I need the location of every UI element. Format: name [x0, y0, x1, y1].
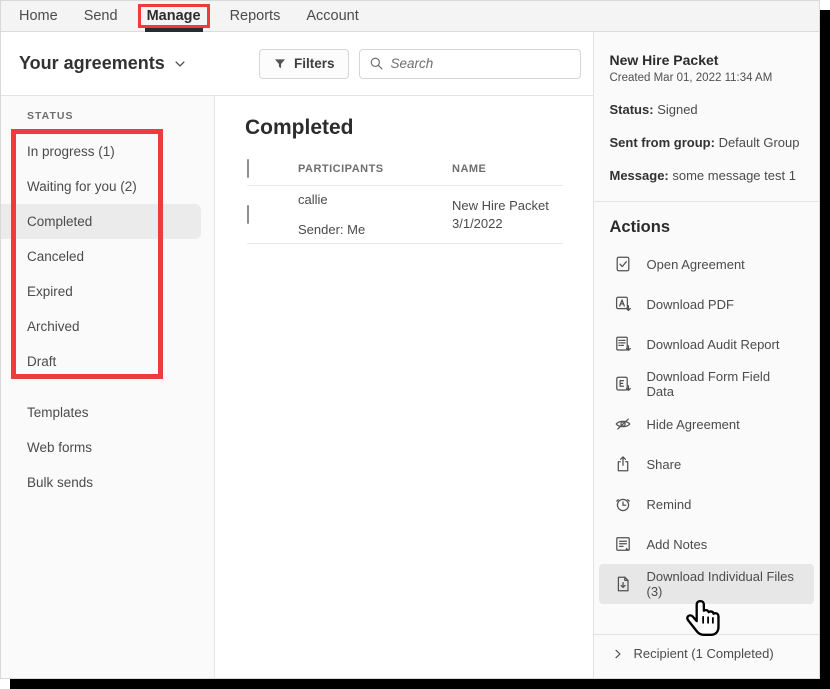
- open-agreement-icon: [614, 255, 632, 273]
- list-heading: Completed: [245, 116, 593, 140]
- table-row[interactable]: callie Sender: Me New Hire Packet 3/1/20…: [247, 186, 563, 244]
- agreements-list-panel: Completed PARTICIPANTS NAME callie Sende…: [215, 96, 593, 679]
- detail-created-date: Created Mar 01, 2022 11:34 AM: [610, 72, 804, 84]
- group-field-label: Sent from group:: [610, 135, 715, 150]
- status-field-value: Signed: [657, 102, 697, 117]
- remind-icon: [614, 495, 632, 513]
- message-field-label: Message:: [610, 168, 669, 183]
- action-download-form-field-data[interactable]: Download Form Field Data: [610, 364, 804, 404]
- detail-title: New Hire Packet: [610, 52, 804, 68]
- action-share[interactable]: Share: [610, 444, 804, 484]
- top-navigation: Home Send Manage Reports Account: [1, 1, 819, 32]
- sidebar-item-in-progress[interactable]: In progress (1): [1, 134, 214, 169]
- action-label: Download PDF: [647, 297, 734, 312]
- download-form-field-data-icon: [614, 375, 632, 393]
- chevron-down-icon: [173, 57, 187, 71]
- agreements-table: PARTICIPANTS NAME callie Sender: Me New …: [247, 152, 563, 244]
- sidebar-item-waiting-for-you[interactable]: Waiting for you (2): [1, 169, 214, 204]
- status-section-label: STATUS: [27, 110, 214, 124]
- select-all-checkbox[interactable]: [247, 159, 249, 178]
- status-list: In progress (1) Waiting for you (2) Comp…: [1, 134, 214, 379]
- action-label: Add Notes: [647, 537, 708, 552]
- action-hide-agreement[interactable]: Hide Agreement: [610, 404, 804, 444]
- action-open-agreement[interactable]: Open Agreement: [610, 244, 804, 284]
- status-sidebar: STATUS In progress (1) Waiting for you (…: [1, 96, 215, 679]
- sidebar-other-list: Templates Web forms Bulk sends: [1, 395, 214, 500]
- table-header-row: PARTICIPANTS NAME: [247, 152, 563, 186]
- participant-name: callie: [298, 192, 452, 207]
- sidebar-item-archived[interactable]: Archived: [1, 309, 214, 344]
- action-label: Download Form Field Data: [647, 369, 798, 399]
- agreement-name: New Hire Packet: [452, 197, 563, 215]
- acrobat-sign-manage-window: Home Send Manage Reports Account Your ag…: [0, 0, 820, 679]
- action-label: Download Audit Report: [647, 337, 780, 352]
- search-box[interactable]: [359, 49, 581, 79]
- panel-divider: [594, 201, 820, 202]
- action-label: Share: [647, 457, 682, 472]
- action-add-notes[interactable]: Add Notes: [610, 524, 804, 564]
- nav-tab-manage-label: Manage: [147, 8, 201, 24]
- sidebar-item-web-forms[interactable]: Web forms: [1, 430, 214, 465]
- download-pdf-icon: [614, 295, 632, 313]
- actions-heading: Actions: [610, 218, 804, 237]
- search-icon: [369, 56, 384, 71]
- action-label: Remind: [647, 497, 692, 512]
- action-download-pdf[interactable]: Download PDF: [610, 284, 804, 324]
- nav-tab-account[interactable]: Account: [306, 8, 358, 24]
- share-icon: [614, 455, 632, 473]
- sidebar-item-completed[interactable]: Completed: [1, 204, 214, 239]
- detail-field-group: Sent from group: Default Group: [610, 135, 804, 151]
- participants-column-header: PARTICIPANTS: [298, 163, 452, 175]
- participant-sender: Sender: Me: [298, 222, 452, 237]
- sidebar-item-expired[interactable]: Expired: [1, 274, 214, 309]
- action-remind[interactable]: Remind: [610, 484, 804, 524]
- filters-button-label: Filters: [294, 56, 335, 71]
- detail-field-message: Message: some message test 1: [610, 168, 804, 184]
- agreements-title-dropdown[interactable]: Your agreements: [19, 53, 187, 74]
- action-label: Hide Agreement: [647, 417, 740, 432]
- agreement-detail-panel: New Hire Packet Created Mar 01, 2022 11:…: [593, 32, 820, 679]
- sidebar-item-draft[interactable]: Draft: [1, 344, 214, 379]
- chevron-right-icon: [612, 648, 624, 660]
- action-label: Download Individual Files (3): [647, 569, 804, 599]
- detail-field-status: Status: Signed: [610, 102, 804, 118]
- search-input[interactable]: [391, 56, 571, 71]
- active-tab-underline: [145, 28, 203, 32]
- download-audit-report-icon: [614, 335, 632, 353]
- sidebar-item-bulk-sends[interactable]: Bulk sends: [1, 465, 214, 500]
- filter-funnel-icon: [273, 57, 287, 71]
- action-download-individual-files[interactable]: Download Individual Files (3): [599, 564, 815, 604]
- nav-tab-reports[interactable]: Reports: [230, 8, 281, 24]
- recipient-expander[interactable]: Recipient (1 Completed): [610, 635, 804, 661]
- sidebar-item-canceled[interactable]: Canceled: [1, 239, 214, 274]
- action-label: Open Agreement: [647, 257, 745, 272]
- nav-tab-manage[interactable]: Manage: [138, 4, 210, 28]
- page-title: Your agreements: [19, 53, 165, 74]
- filters-button[interactable]: Filters: [259, 49, 349, 79]
- sidebar-item-templates[interactable]: Templates: [1, 395, 214, 430]
- agreement-date: 3/1/2022: [452, 215, 563, 233]
- action-download-audit-report[interactable]: Download Audit Report: [610, 324, 804, 364]
- nav-tab-home[interactable]: Home: [19, 8, 58, 24]
- hide-agreement-icon: [614, 415, 632, 433]
- agreements-header-bar: Your agreements Filters: [1, 32, 593, 96]
- group-field-value: Default Group: [719, 135, 800, 150]
- add-notes-icon: [614, 535, 632, 553]
- message-field-value: some message test 1: [672, 168, 796, 183]
- recipient-expander-label: Recipient (1 Completed): [634, 646, 774, 661]
- row-checkbox[interactable]: [247, 205, 249, 224]
- download-individual-files-icon: [614, 575, 632, 593]
- status-field-label: Status:: [610, 102, 654, 117]
- name-column-header: NAME: [452, 163, 563, 175]
- nav-tab-send[interactable]: Send: [84, 8, 118, 24]
